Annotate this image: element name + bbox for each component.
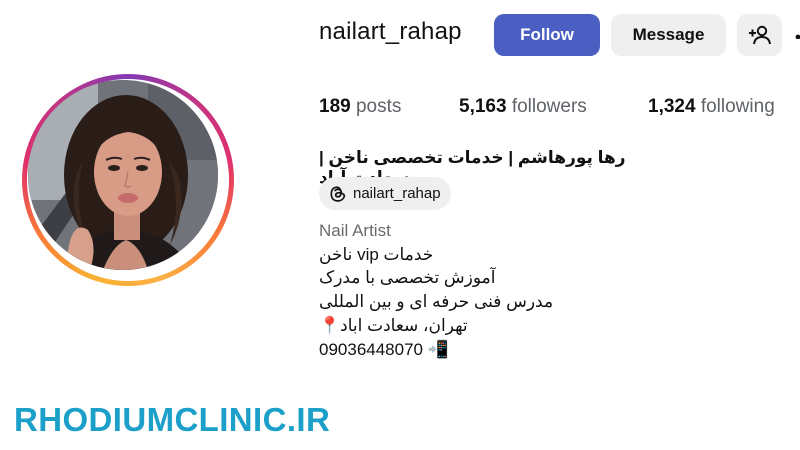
- posts-label: posts: [355, 96, 402, 117]
- message-button[interactable]: Message: [611, 14, 726, 56]
- following-label: following: [700, 96, 775, 117]
- bio-line: خدمات vip ناخن: [319, 245, 434, 264]
- stat-posts: 189 posts: [319, 96, 401, 118]
- posts-count: 189: [319, 96, 351, 117]
- threads-handle: nailart_rahap: [353, 185, 441, 202]
- profile-username: nailart_rahap: [319, 18, 462, 45]
- bio-line: آموزش تخصصی با مدرک: [319, 268, 496, 287]
- more-options-button[interactable]: [793, 29, 800, 39]
- followers-label: followers: [511, 96, 587, 117]
- profile-avatar[interactable]: [28, 80, 218, 270]
- threads-icon: [330, 186, 346, 202]
- stat-following[interactable]: 1,324 following: [648, 96, 775, 118]
- bio-phone-line: 09036448070 📲: [319, 340, 449, 359]
- following-count: 1,324: [648, 96, 696, 117]
- watermark-text: RHODIUMCLINIC.IR: [14, 401, 331, 438]
- followers-count: 5,163: [459, 96, 507, 117]
- stat-followers[interactable]: 5,163 followers: [459, 96, 587, 118]
- suggested-accounts-button[interactable]: [737, 14, 782, 56]
- profile-category: Nail Artist: [319, 221, 391, 240]
- more-icon: [795, 34, 800, 39]
- follow-button[interactable]: Follow: [494, 14, 600, 56]
- avatar-portrait: [28, 80, 218, 270]
- profile-avatar-ring[interactable]: [22, 74, 234, 286]
- bio-line: تهران، سعادت اباد📍: [319, 316, 468, 335]
- add-person-icon: [749, 25, 771, 45]
- threads-link[interactable]: nailart_rahap: [319, 177, 451, 210]
- bio-line: مدرس فنی حرفه ای و بین المللی: [319, 292, 554, 311]
